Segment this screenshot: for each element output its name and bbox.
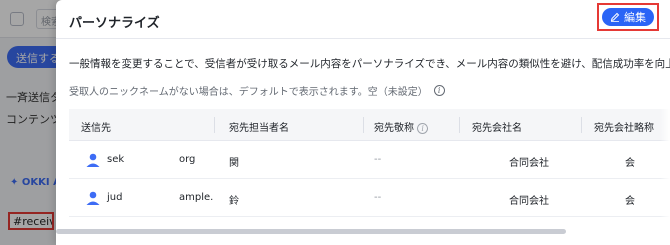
- honorific-cell[interactable]: --: [374, 192, 381, 203]
- recipient-domain: org: [179, 154, 196, 165]
- user-icon: [85, 152, 101, 168]
- column-header-company: 宛先会社名: [472, 123, 522, 134]
- recipient-cell: jud: [107, 192, 123, 203]
- user-icon: [85, 190, 101, 206]
- contact-name-cell[interactable]: 関: [229, 154, 239, 169]
- edit-button-label: 編集: [624, 11, 646, 24]
- column-header-honorific-label: 宛先敬称: [374, 123, 414, 134]
- column-header-honorific: 宛先敬称 i: [374, 119, 429, 134]
- personalize-table: 送信先 宛先担当者名 宛先敬称 i 宛先会社名 宛先会社略称 sek org 関: [69, 109, 670, 217]
- table-row[interactable]: jud ample. 鈴 -- 合同会社 会: [69, 179, 670, 217]
- company-cell[interactable]: 合同会社: [509, 192, 549, 207]
- table-row[interactable]: sek org 関 -- 合同会社 会: [69, 141, 670, 179]
- column-header-recipient: 送信先: [81, 123, 111, 134]
- default-note: 受取人のニックネームがない場合は、デフォルトで表示されます。空（未設定） i: [69, 83, 445, 98]
- column-divider[interactable]: [581, 117, 582, 133]
- recipient-domain: ample.: [179, 192, 214, 203]
- contact-name-cell[interactable]: 鈴: [229, 192, 239, 207]
- modal-header: パーソナライズ 編集: [56, 0, 670, 39]
- company-short-cell[interactable]: 会: [625, 154, 635, 169]
- modal-description: 一般情報を変更することで、受信者が受け取るメール内容をパーソナライズでき、メール…: [69, 58, 670, 70]
- table-scroll-fade: [660, 109, 670, 229]
- pencil-icon: [610, 12, 620, 22]
- modal-title: パーソナライズ: [69, 16, 160, 31]
- column-header-company-short: 宛先会社略称: [594, 123, 654, 134]
- company-short-cell[interactable]: 会: [625, 192, 635, 207]
- horizontal-scrollbar[interactable]: [56, 229, 566, 234]
- edit-button[interactable]: 編集: [602, 8, 654, 26]
- info-icon[interactable]: i: [433, 85, 445, 96]
- column-header-contact-name: 宛先担当者名: [229, 123, 289, 134]
- table-header: 送信先 宛先担当者名 宛先敬称 i 宛先会社名 宛先会社略称: [69, 109, 670, 141]
- honorific-cell[interactable]: --: [374, 154, 381, 165]
- honorific-info-icon[interactable]: i: [417, 122, 429, 134]
- column-divider[interactable]: [363, 117, 364, 133]
- default-note-text: 受取人のニックネームがない場合は、デフォルトで表示されます。空（未設定）: [69, 87, 428, 98]
- column-divider[interactable]: [459, 117, 460, 133]
- recipient-cell: sek: [107, 154, 125, 165]
- personalize-modal: パーソナライズ 編集 一般情報を変更することで、受信者が受け取るメール内容をパー…: [56, 0, 670, 245]
- company-cell[interactable]: 合同会社: [509, 154, 549, 169]
- column-divider[interactable]: [214, 117, 215, 133]
- edit-button-highlight: 編集: [597, 3, 659, 31]
